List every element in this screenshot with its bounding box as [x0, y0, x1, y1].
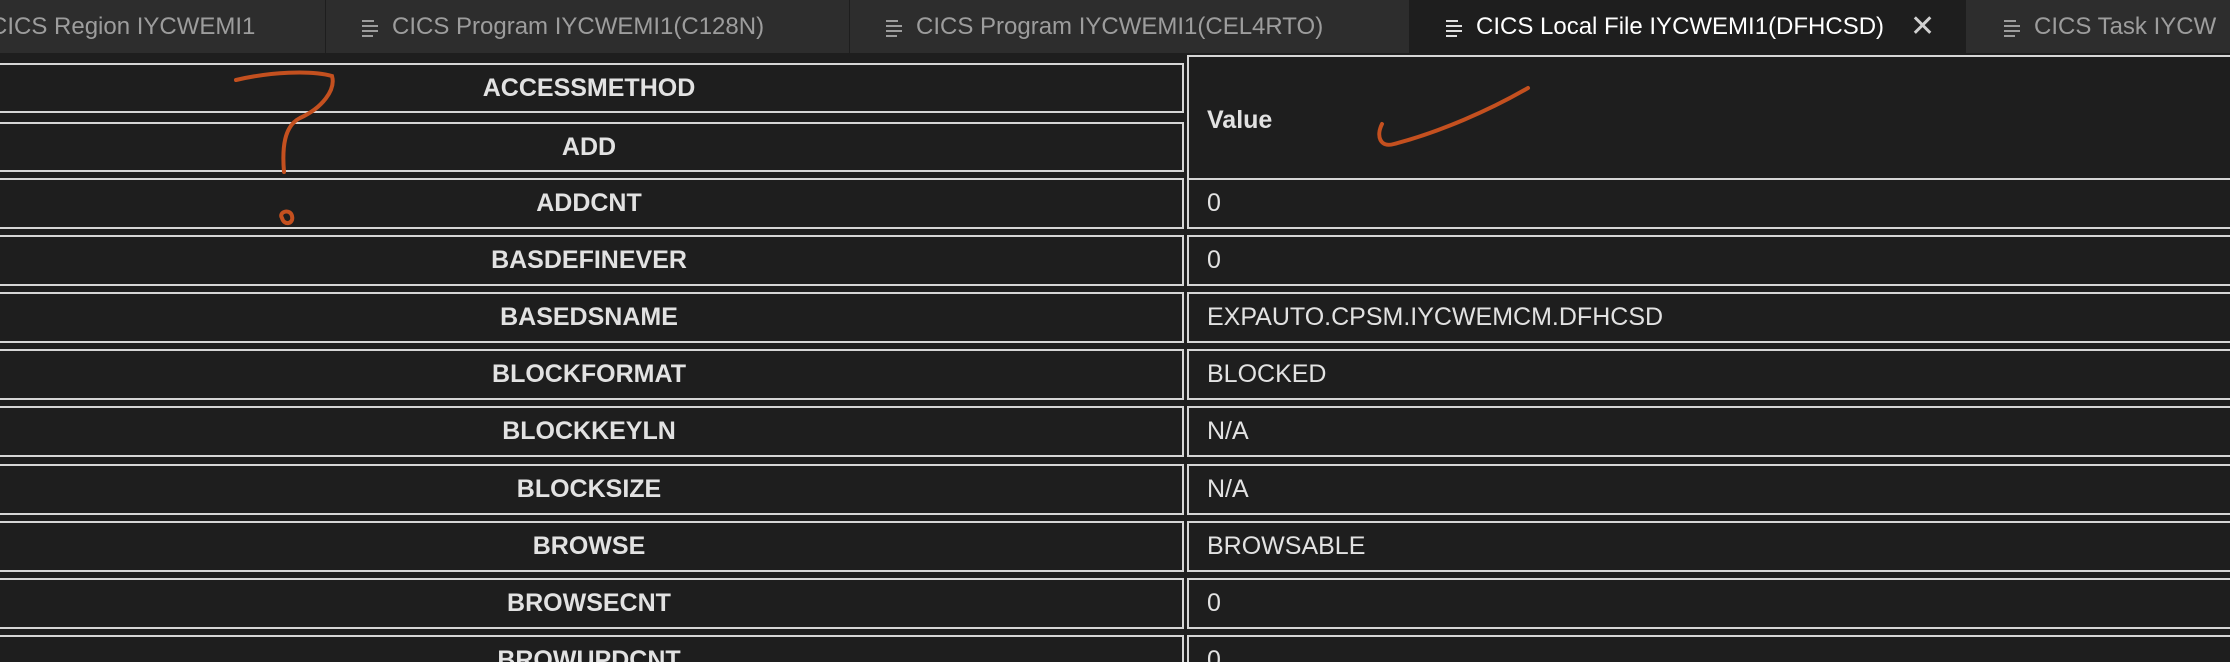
attribute-name-cell: BLOCKFORMAT: [0, 349, 1184, 400]
attribute-value-cell: N/A: [1187, 406, 2230, 457]
file-lines-icon: [2004, 19, 2020, 37]
attribute-name-cell: BLOCKKEYLN: [0, 406, 1184, 457]
value-column-header: Value: [1187, 55, 2230, 185]
attribute-value-cell: 0: [1187, 635, 2230, 662]
attribute-name-cell: BLOCKSIZE: [0, 464, 1184, 515]
tab-cics-task[interactable]: CICS Task IYCW: [1966, 0, 2230, 53]
attribute-name-cell: BROWSECNT: [0, 578, 1184, 629]
attribute-name-cell: ADD: [0, 122, 1184, 172]
attribute-value-cell: 0: [1187, 178, 2230, 229]
attribute-value-cell: 0: [1187, 578, 2230, 629]
tab-label: CICS Task IYCW: [2034, 12, 2217, 40]
tab-label: CICS Region IYCWEMI1: [0, 12, 256, 40]
attribute-name-cell: BROWSE: [0, 521, 1184, 572]
file-lines-icon: [362, 19, 378, 37]
tab-cics-program-cel4rto[interactable]: CICS Program IYCWEMI1(CEL4RTO): [850, 0, 1410, 53]
tab-cics-local-file-dfhcsd[interactable]: CICS Local File IYCWEMI1(DFHCSD) ✕: [1410, 0, 1966, 53]
tab-label: CICS Program IYCWEMI1(C128N): [392, 12, 765, 40]
attribute-value-cell: BROWSABLE: [1187, 521, 2230, 572]
attribute-value-cell: N/A: [1187, 464, 2230, 515]
close-icon[interactable]: ✕: [1910, 11, 1935, 42]
file-lines-icon: [886, 19, 902, 37]
tab-cics-program-c128n[interactable]: CICS Program IYCWEMI1(C128N): [326, 0, 850, 53]
tab-label: CICS Local File IYCWEMI1(DFHCSD): [1476, 12, 1885, 40]
tab-label: CICS Program IYCWEMI1(CEL4RTO): [916, 12, 1324, 40]
attribute-value-cell: EXPAUTO.CPSM.IYCWEMCM.DFHCSD: [1187, 292, 2230, 343]
attribute-name-cell: ADDCNT: [0, 178, 1184, 229]
attribute-name-cell: BROWUPDCNT: [0, 635, 1184, 662]
editor-tab-bar: CICS Region IYCWEMI1 CICS Program IYCWEM…: [0, 0, 2230, 53]
attribute-table: Value ACCESSMETHOD ADD ADDCNT 0 BASDEFIN…: [0, 53, 2230, 662]
file-lines-icon: [1446, 19, 1462, 37]
attribute-name-cell: ACCESSMETHOD: [0, 63, 1184, 113]
attribute-name-cell: BASDEFINEVER: [0, 235, 1184, 286]
attribute-name-cell: BASEDSNAME: [0, 292, 1184, 343]
attribute-value-cell: 0: [1187, 235, 2230, 286]
tab-cics-region[interactable]: CICS Region IYCWEMI1: [0, 0, 326, 53]
attribute-value-cell: BLOCKED: [1187, 349, 2230, 400]
